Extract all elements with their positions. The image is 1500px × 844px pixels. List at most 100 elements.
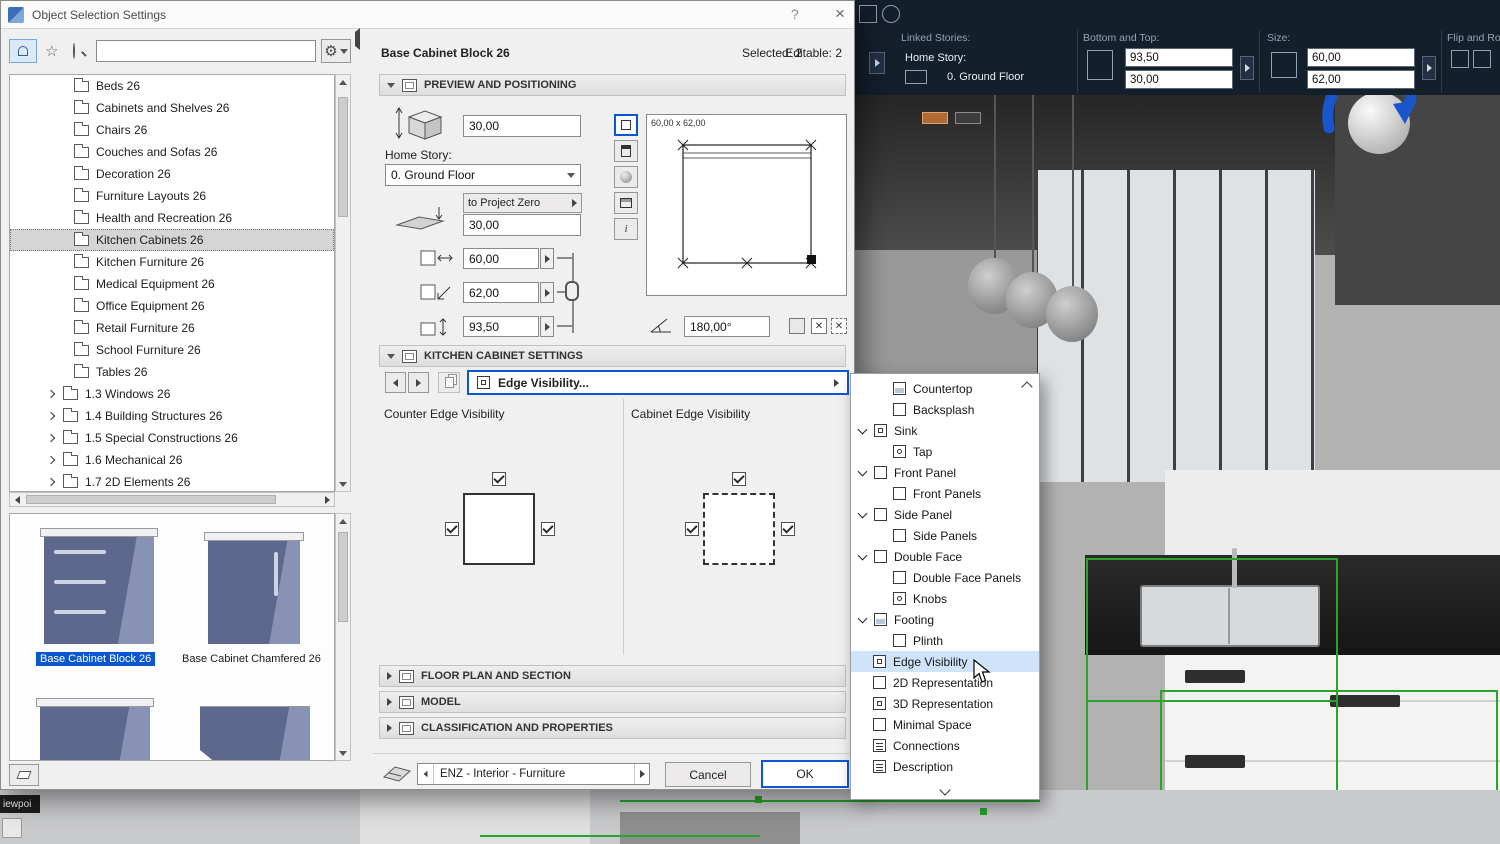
cabinet-edge-top-checkbox[interactable] xyxy=(732,472,746,486)
to-project-zero-button[interactable]: to Project Zero xyxy=(463,193,582,213)
building-icon[interactable] xyxy=(859,5,877,23)
model-view-button[interactable] xyxy=(614,166,638,188)
menu-item[interactable]: Description xyxy=(851,756,1039,777)
depth-field[interactable]: 62,00 xyxy=(463,282,539,303)
tree-item[interactable]: Decoration 26 xyxy=(10,163,334,185)
menu-item[interactable]: Double Face xyxy=(851,546,1039,567)
menu-item[interactable]: Front Panels xyxy=(851,483,1039,504)
counter-edge-right-checkbox[interactable] xyxy=(541,522,555,536)
dialog-titlebar[interactable]: Object Selection Settings ? × xyxy=(1,1,854,29)
expand-chevron-icon[interactable] xyxy=(47,456,55,464)
close-button[interactable]: × xyxy=(835,4,845,24)
width-field[interactable]: 60,00 xyxy=(463,248,539,269)
angle-field[interactable]: 180,00° xyxy=(684,316,770,337)
tree-item[interactable]: 1.4 Building Structures 26 xyxy=(10,405,334,427)
mirror-button[interactable] xyxy=(1451,50,1469,68)
mirror-toggle-icon[interactable] xyxy=(789,318,805,334)
pet-palette-icon2[interactable] xyxy=(955,112,981,124)
menu-item[interactable]: 2D Representation xyxy=(851,672,1039,693)
counter-edge-top-checkbox[interactable] xyxy=(492,472,506,486)
copy-settings-button[interactable] xyxy=(438,372,460,393)
expand-chevron-icon[interactable] xyxy=(47,412,55,420)
expand-chevron-icon[interactable] xyxy=(47,390,55,398)
tree-item[interactable]: Health and Recreation 26 xyxy=(10,207,334,229)
scroll-down-button[interactable] xyxy=(336,477,350,491)
front-view-button[interactable] xyxy=(614,140,638,162)
home-story-dropdown[interactable]: 0. Ground Floor xyxy=(385,164,581,186)
help-button[interactable]: ? xyxy=(791,6,799,22)
menu-item[interactable]: Plinth xyxy=(851,630,1039,651)
preview-picture-button[interactable] xyxy=(614,192,638,214)
section-kitchen-cabinet-settings[interactable]: KITCHEN CABINET SETTINGS xyxy=(379,345,846,367)
section-classification[interactable]: CLASSIFICATION AND PROPERTIES xyxy=(379,717,846,739)
tree-item[interactable]: 1.5 Special Constructions 26 xyxy=(10,427,334,449)
cabinet-preview-image-partial[interactable] xyxy=(200,706,310,761)
menu-item[interactable]: Sink xyxy=(851,420,1039,441)
favorites-star-icon[interactable] xyxy=(45,42,58,60)
tree-item[interactable]: 1.3 Windows 26 xyxy=(10,383,334,405)
layer-dropdown[interactable]: ENZ - Interior - Furniture xyxy=(417,763,650,785)
section-floor-plan[interactable]: FLOOR PLAN AND SECTION xyxy=(379,665,846,687)
size-width-field[interactable]: 60,00 xyxy=(1307,48,1415,67)
tree-vertical-scrollbar[interactable] xyxy=(335,74,351,492)
settings-gear-button[interactable] xyxy=(321,39,351,63)
tree-item[interactable]: 1.6 Mechanical 26 xyxy=(10,449,334,471)
manage-items-button[interactable] xyxy=(9,764,39,786)
tree-item[interactable]: Kitchen Furniture 26 xyxy=(10,251,334,273)
scroll-down-button[interactable] xyxy=(336,746,350,760)
bounding-toggle-icon[interactable]: ✕ xyxy=(831,318,847,334)
pet-palette-icon[interactable] xyxy=(922,112,948,124)
cabinet-preview-image-partial[interactable] xyxy=(40,706,150,761)
scroll-up-button[interactable] xyxy=(336,75,350,89)
tree-item[interactable]: Medical Equipment 26 xyxy=(10,273,334,295)
menu-item[interactable]: Countertop xyxy=(851,378,1039,399)
hotspot-toggle-icon[interactable]: ✕ xyxy=(811,318,827,334)
cabinet-edge-left-checkbox[interactable] xyxy=(685,522,699,536)
tree-item[interactable]: Chairs 26 xyxy=(10,119,334,141)
symbol-view-button[interactable] xyxy=(614,114,638,136)
section-model[interactable]: MODEL xyxy=(379,691,846,713)
menu-item[interactable]: Footing xyxy=(851,609,1039,630)
cabinet-edge-right-checkbox[interactable] xyxy=(781,522,795,536)
tree-item[interactable]: Cabinets and Shelves 26 xyxy=(10,97,334,119)
menu-item[interactable]: Tap xyxy=(851,441,1039,462)
next-page-button[interactable] xyxy=(408,372,429,393)
size-spinner[interactable] xyxy=(1422,56,1436,80)
info-button[interactable]: i xyxy=(614,218,638,240)
chain-link-icon[interactable] xyxy=(565,281,579,301)
bottom-elevation-field[interactable]: 30,00 xyxy=(1125,70,1233,89)
height-field[interactable]: 93,50 xyxy=(463,316,539,337)
menu-item[interactable]: Minimal Space xyxy=(851,714,1039,735)
tree-item[interactable]: Furniture Layouts 26 xyxy=(10,185,334,207)
height-spinner[interactable] xyxy=(540,316,554,337)
elevation-spinner[interactable] xyxy=(1240,56,1254,80)
menu-scroll-up[interactable] xyxy=(1019,380,1035,394)
tree-horizontal-scrollbar[interactable] xyxy=(9,492,335,507)
collapse-left-panel-button[interactable] xyxy=(355,32,360,46)
scroll-right-button[interactable] xyxy=(320,493,334,507)
menu-item[interactable]: Double Face Panels xyxy=(851,567,1039,588)
menu-item[interactable]: Side Panels xyxy=(851,525,1039,546)
menu-item[interactable]: Connections xyxy=(851,735,1039,756)
tree-item[interactable]: 1.7 2D Elements 26 xyxy=(10,471,334,492)
menu-item-selected[interactable]: Edge Visibility xyxy=(851,651,1039,672)
elevation-field[interactable]: 30,00 xyxy=(463,214,581,236)
tree-item[interactable]: Tables 26 xyxy=(10,361,334,383)
tree-item[interactable]: Retail Furniture 26 xyxy=(10,317,334,339)
tree-item[interactable]: Office Equipment 26 xyxy=(10,295,334,317)
tree-item[interactable]: Couches and Sofas 26 xyxy=(10,141,334,163)
scroll-left-button[interactable] xyxy=(10,493,24,507)
object-height-field[interactable]: 30,00 xyxy=(463,115,581,137)
menu-item[interactable]: 3D Representation xyxy=(851,693,1039,714)
prev-page-button[interactable] xyxy=(385,372,406,393)
top-elevation-field[interactable]: 93,50 xyxy=(1125,48,1233,67)
thumbnails-scrollbar[interactable] xyxy=(335,513,351,761)
menu-item[interactable]: Front Panel xyxy=(851,462,1039,483)
section-preview-positioning[interactable]: PREVIEW AND POSITIONING xyxy=(379,74,846,96)
page-selector-dropdown[interactable]: Edge Visibility... xyxy=(467,370,849,395)
menu-item[interactable]: Backsplash xyxy=(851,399,1039,420)
rotate-button[interactable] xyxy=(1473,50,1491,68)
globe-icon[interactable] xyxy=(882,5,900,23)
depth-spinner[interactable] xyxy=(540,282,554,303)
search-input[interactable] xyxy=(96,40,316,62)
